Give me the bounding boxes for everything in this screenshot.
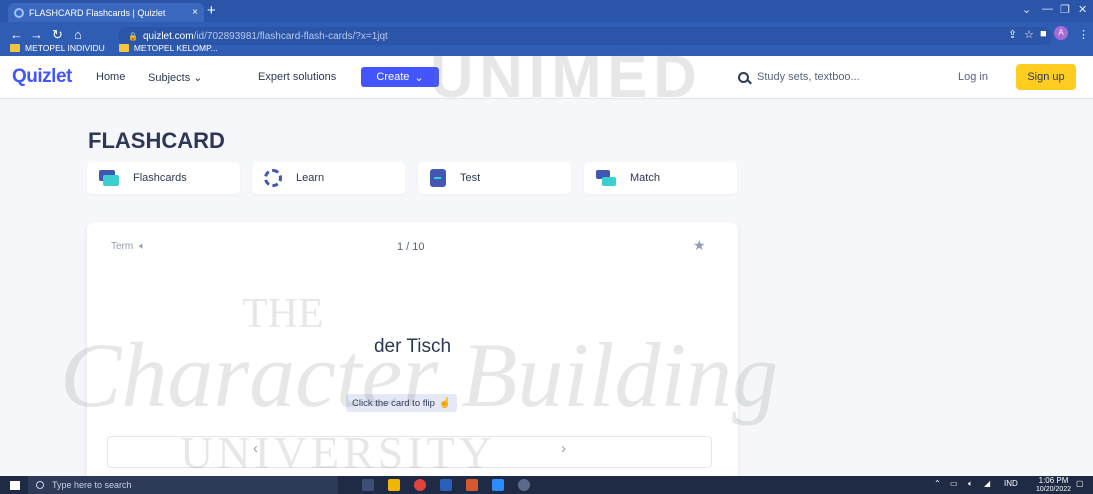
taskbar-search-placeholder: Type here to search [52,480,132,490]
card-side-label: Term 🔈︎ [111,241,145,252]
nav-home[interactable]: Home [96,71,125,83]
site-header: Quizlet Home Subjects ⌄ Expert solutions… [0,56,1093,99]
tab-title: FLASHCARD Flashcards | Quizlet [29,7,166,18]
zoom-icon[interactable] [492,479,504,491]
nav-expert-solutions[interactable]: Expert solutions [258,71,336,83]
restore-icon[interactable]: ❐ [1060,3,1070,16]
nav-subjects[interactable]: Subjects ⌄ [148,71,202,84]
bookmark-label: METOPEL INDIVIDU [25,43,105,53]
tray-chevron-icon[interactable]: ⌃ [934,479,941,488]
browser-tab[interactable]: FLASHCARD Flashcards | Quizlet × [8,3,204,22]
minimize-icon[interactable]: — [1042,3,1053,15]
chevron-down-icon: ⌄ [414,71,424,84]
search-input[interactable]: Study sets, textboo... [730,65,920,89]
folder-icon [118,44,129,52]
login-link[interactable]: Log in [958,71,988,83]
word-icon[interactable] [440,479,452,491]
card-progress: 1 / 10 [397,241,425,253]
flip-hint: Click the card to flip ☝ [346,394,458,412]
flashcard[interactable]: Term 🔈︎ 1 / 10 ★ der Tisch Click the car… [87,222,738,482]
close-window-icon[interactable]: ✕ [1078,3,1087,16]
clock-date: 10/20/2022 [1036,486,1072,493]
search-icon [738,71,749,83]
star-icon[interactable]: ★ [693,237,706,254]
bookmarks-bar: METOPEL INDIVIDU METOPEL KELOMP... [0,40,1093,56]
bookmark-metopel-kelompok[interactable]: METOPEL KELOMP... [118,43,218,53]
bookmark-label: METOPEL KELOMP... [133,43,218,53]
search-icon [36,481,44,489]
chrome-icon[interactable] [414,479,426,491]
clock-time: 1:06 PM [1038,476,1069,485]
language-indicator[interactable]: IND [1004,479,1018,488]
chevron-down-icon: ⌄ [193,72,203,84]
match-icon [596,170,616,186]
mode-match[interactable]: Match [584,162,737,194]
mode-label: Learn [296,172,325,184]
mode-flashcards[interactable]: Flashcards [87,162,240,194]
notification-icon[interactable]: ▢ [1076,479,1084,488]
flashcards-icon [99,170,119,186]
flip-hint-text: Click the card to flip [352,397,435,409]
hand-pointer-icon: ☝ [438,397,452,409]
mode-label: Test [460,172,481,184]
search-placeholder: Study sets, textboo... [757,71,860,83]
mode-label: Match [630,172,660,184]
app-icon[interactable] [518,479,530,491]
tab-close-icon[interactable]: × [192,7,198,18]
card-navigation-bar [107,436,712,468]
powerpoint-icon[interactable] [466,479,478,491]
clock[interactable]: 1:06 PM 10/20/2022 [1036,477,1071,494]
network-icon[interactable]: ◢ [984,479,990,488]
folder-icon [10,44,20,52]
mode-test[interactable]: Test [418,162,571,194]
tab-search-icon[interactable]: ⌄ [1022,3,1031,16]
previous-card-arrow-icon[interactable]: ‹ [253,440,258,457]
windows-start-icon[interactable] [10,481,20,490]
volume-icon[interactable]: 🔈︎ [968,479,973,489]
term-label: Term [111,241,134,252]
task-view-icon[interactable] [362,479,374,491]
next-card-arrow-icon[interactable]: › [561,440,566,457]
bookmark-metopel-individu[interactable]: METOPEL INDIVIDU [10,43,105,53]
profile-avatar[interactable]: A [1054,26,1068,40]
audio-speaker-icon[interactable]: 🔈︎ [139,241,145,252]
new-tab-button[interactable]: + [207,2,216,20]
battery-icon[interactable]: ▭ [950,479,958,488]
file-explorer-icon[interactable] [388,479,400,491]
nav-subjects-label: Subjects [148,72,191,84]
mode-label: Flashcards [133,172,187,184]
taskbar-search[interactable]: Type here to search [28,476,338,494]
card-term: der Tisch [373,336,452,357]
quizlet-favicon-icon [14,7,24,18]
windows-taskbar: Type here to search ⌃ ▭ 🔈︎ ◢ IND 1:06 PM… [0,476,1093,494]
address-bar-row: ← → ↻ ⌂ 🔒 quizlet.com /id/702893981/flas… [0,22,1093,56]
learn-icon [264,169,282,187]
sidepanel-icon[interactable]: ■ [1040,28,1047,40]
quizlet-logo[interactable]: Quizlet [12,66,72,88]
mode-learn[interactable]: Learn [252,162,405,194]
page-title: FLASHCARD [88,128,225,153]
signup-button[interactable]: Sign up [1016,64,1076,90]
browser-tab-strip: FLASHCARD Flashcards | Quizlet × + ⌄ — ❐… [0,0,1093,22]
create-label: Create [376,71,410,83]
test-icon [430,169,446,187]
create-button[interactable]: Create ⌄ [361,67,439,87]
